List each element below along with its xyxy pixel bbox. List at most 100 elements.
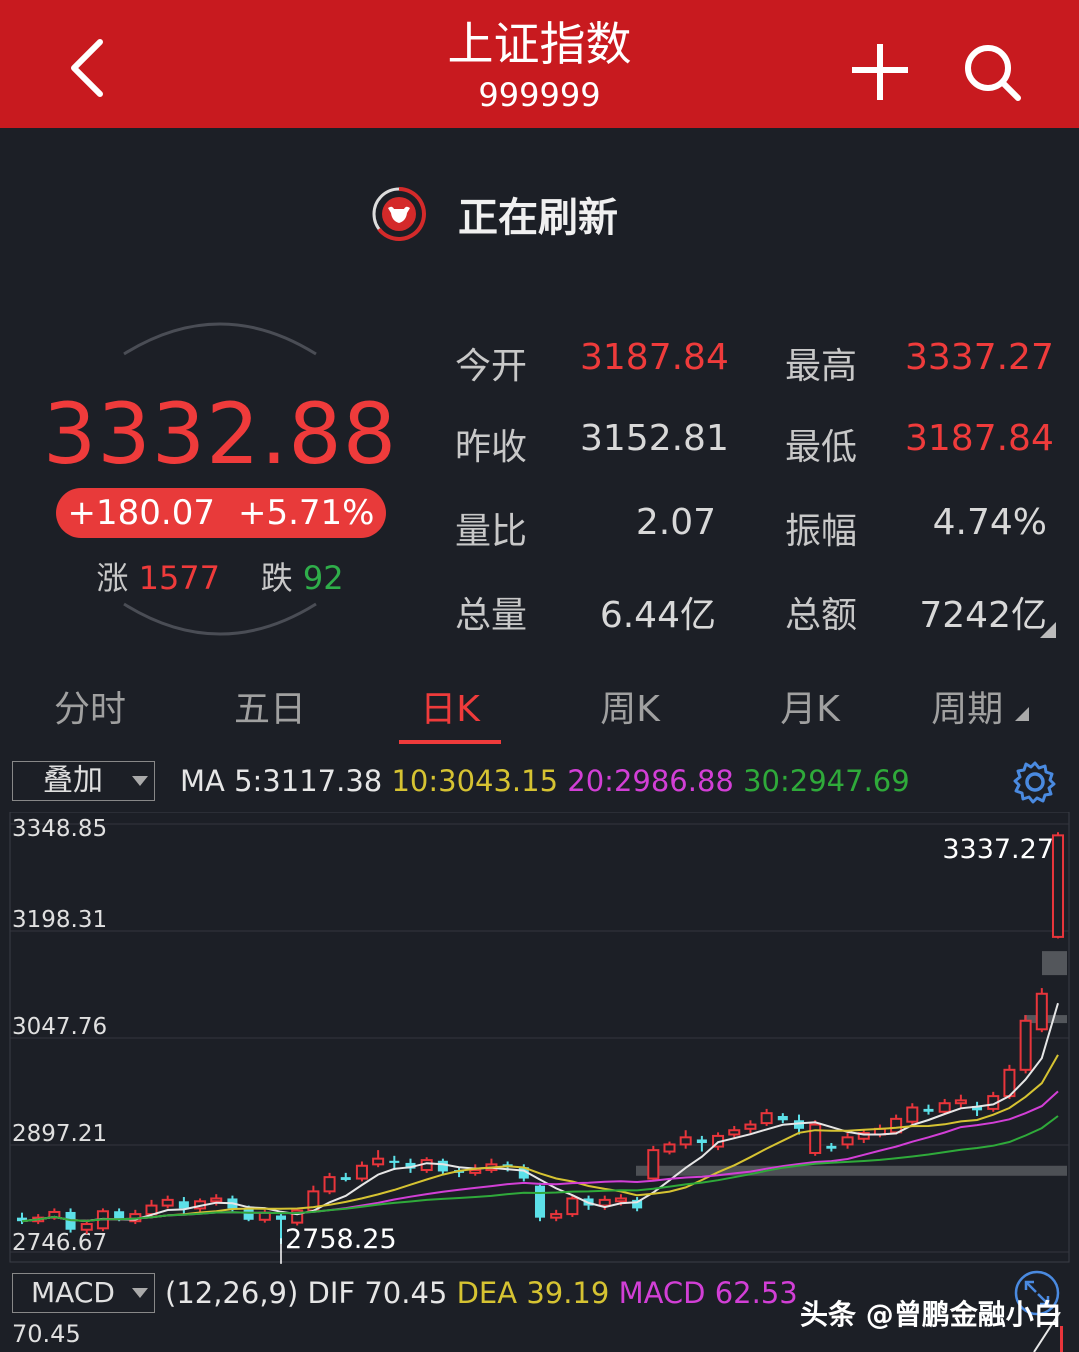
candle-body <box>954 1099 967 1105</box>
stat-label: 总额 <box>785 595 858 636</box>
candle-body <box>534 1185 546 1218</box>
candle-body <box>340 1177 351 1180</box>
candle-body <box>372 1157 385 1166</box>
period-tabs: 分时 五日 日K 周K 月K 周期 <box>0 680 1079 740</box>
candle-body <box>906 1106 919 1123</box>
y-tick-label: 3348.85 <box>12 816 107 842</box>
candle-body <box>355 1164 368 1180</box>
page-title: 上证指数 <box>447 17 632 71</box>
candle-body <box>1035 992 1048 1031</box>
candle-body <box>696 1139 707 1144</box>
refresh-status: 正在刷新 <box>370 184 618 244</box>
chevron-down-icon <box>132 776 148 786</box>
candle-body <box>744 1123 757 1130</box>
refresh-label: 正在刷新 <box>458 195 618 241</box>
stat-label: 最低 <box>785 427 858 468</box>
candle-body <box>323 1176 336 1193</box>
candle-body <box>841 1136 854 1146</box>
stat-label: 总量 <box>455 595 528 636</box>
plus-icon[interactable] <box>848 40 912 104</box>
stock-code: 999999 <box>478 76 601 114</box>
watermark: 头条 @曾鹏金融小白 <box>800 1298 1062 1331</box>
candle-body <box>647 1149 660 1180</box>
stat-value: 6.44亿 <box>599 595 716 636</box>
macd-params: (12,26,9) <box>165 1276 299 1310</box>
candle-body <box>114 1211 125 1220</box>
candle-body <box>469 1169 482 1174</box>
app-header: 上证指数 999999 <box>0 0 1079 128</box>
candle-body <box>826 1145 837 1149</box>
candle-body <box>938 1102 951 1113</box>
ma-prefix: MA <box>180 764 225 798</box>
expand-corner-icon[interactable] <box>1040 622 1056 638</box>
current-price: 3332.88 <box>42 385 398 483</box>
stat-label: 振幅 <box>785 511 858 552</box>
tab-five-day[interactable]: 五日 <box>190 680 350 732</box>
up-label: 涨 <box>96 559 129 597</box>
candle-body <box>1019 1019 1032 1071</box>
candle-body <box>243 1208 254 1220</box>
candle-body <box>890 1117 903 1134</box>
stat-value: 3187.84 <box>580 337 729 378</box>
bull-logo-icon <box>372 187 426 241</box>
stat-label: 最高 <box>785 346 858 387</box>
search-icon[interactable] <box>960 40 1024 104</box>
gear-icon[interactable] <box>1013 760 1057 804</box>
stat-label: 量比 <box>455 511 528 552</box>
indicator-select-label: MACD <box>31 1276 115 1309</box>
macd-axis-top: 70.45 <box>12 1320 81 1348</box>
dea-value: 39.19 <box>526 1276 610 1310</box>
candlestick-chart[interactable]: 3348.85 3198.31 3047.76 2897.21 2746.67 3337.… <box>0 812 1079 1270</box>
stat-value: 2.07 <box>635 502 716 543</box>
tab-daily-k[interactable]: 日K <box>370 680 530 732</box>
down-label: 跌 <box>260 559 293 597</box>
dea-label: DEA <box>456 1276 518 1310</box>
price-change-pct: +5.71% <box>237 493 375 533</box>
candle-body <box>777 1116 788 1121</box>
tab-period[interactable]: 周期 <box>900 680 1060 732</box>
stat-value: 4.74% <box>932 502 1047 543</box>
candle-body <box>80 1223 93 1231</box>
tab-intraday[interactable]: 分时 <box>10 680 170 732</box>
high-price-label: 3337.27 <box>942 834 1054 865</box>
tab-period-label: 周期 <box>931 689 1004 730</box>
candle-body <box>437 1160 448 1172</box>
dif-value: 70.45 <box>364 1276 448 1310</box>
low-price-label: 2758.25 <box>285 1224 397 1255</box>
stat-value: 3152.81 <box>580 418 729 459</box>
candle-body <box>550 1213 563 1219</box>
stat-value: 7242亿 <box>919 595 1047 636</box>
ma30-value: 30:2947.69 <box>743 764 910 798</box>
candle-body <box>275 1215 287 1220</box>
y-tick-label: 3047.76 <box>12 1014 107 1040</box>
ma20-value: 20:2986.88 <box>567 764 734 798</box>
ma10-value: 10:3043.15 <box>391 764 559 798</box>
macd-value: 62.53 <box>714 1276 798 1310</box>
candle-body <box>210 1197 223 1203</box>
macd-legend: (12,26,9) DIF 70.45 DEA 39.19 MACD 62.53 <box>165 1276 798 1310</box>
candle-body <box>161 1198 174 1207</box>
candle-body <box>809 1123 822 1154</box>
ma-legend: MA 5:3117.38 10:3043.15 20:2986.88 30:29… <box>180 764 910 798</box>
volume-profile-band <box>636 1165 1067 1176</box>
tab-monthly-k[interactable]: 月K <box>730 680 890 732</box>
overlay-select[interactable]: 叠加 <box>12 761 155 801</box>
volume-profile-band <box>1042 951 1067 976</box>
tab-weekly-k[interactable]: 周K <box>550 680 710 732</box>
indicator-select[interactable]: MACD <box>12 1273 155 1313</box>
stat-label: 今开 <box>455 346 528 387</box>
down-count: 92 <box>302 559 344 597</box>
stat-label: 昨收 <box>455 427 528 468</box>
y-tick-label: 2746.67 <box>12 1230 107 1256</box>
candle-body <box>389 1160 400 1163</box>
dif-label: DIF <box>307 1276 356 1310</box>
candle-body <box>679 1136 692 1146</box>
candle-body <box>1051 834 1065 938</box>
change-badge: +180.07 +5.71% <box>56 488 386 538</box>
price-change: +180.07 <box>67 493 215 533</box>
candle-body <box>178 1201 189 1209</box>
candle-body <box>614 1197 627 1203</box>
up-count: 1577 <box>138 559 221 597</box>
candle-body <box>760 1112 773 1125</box>
active-tab-indicator <box>399 740 501 744</box>
